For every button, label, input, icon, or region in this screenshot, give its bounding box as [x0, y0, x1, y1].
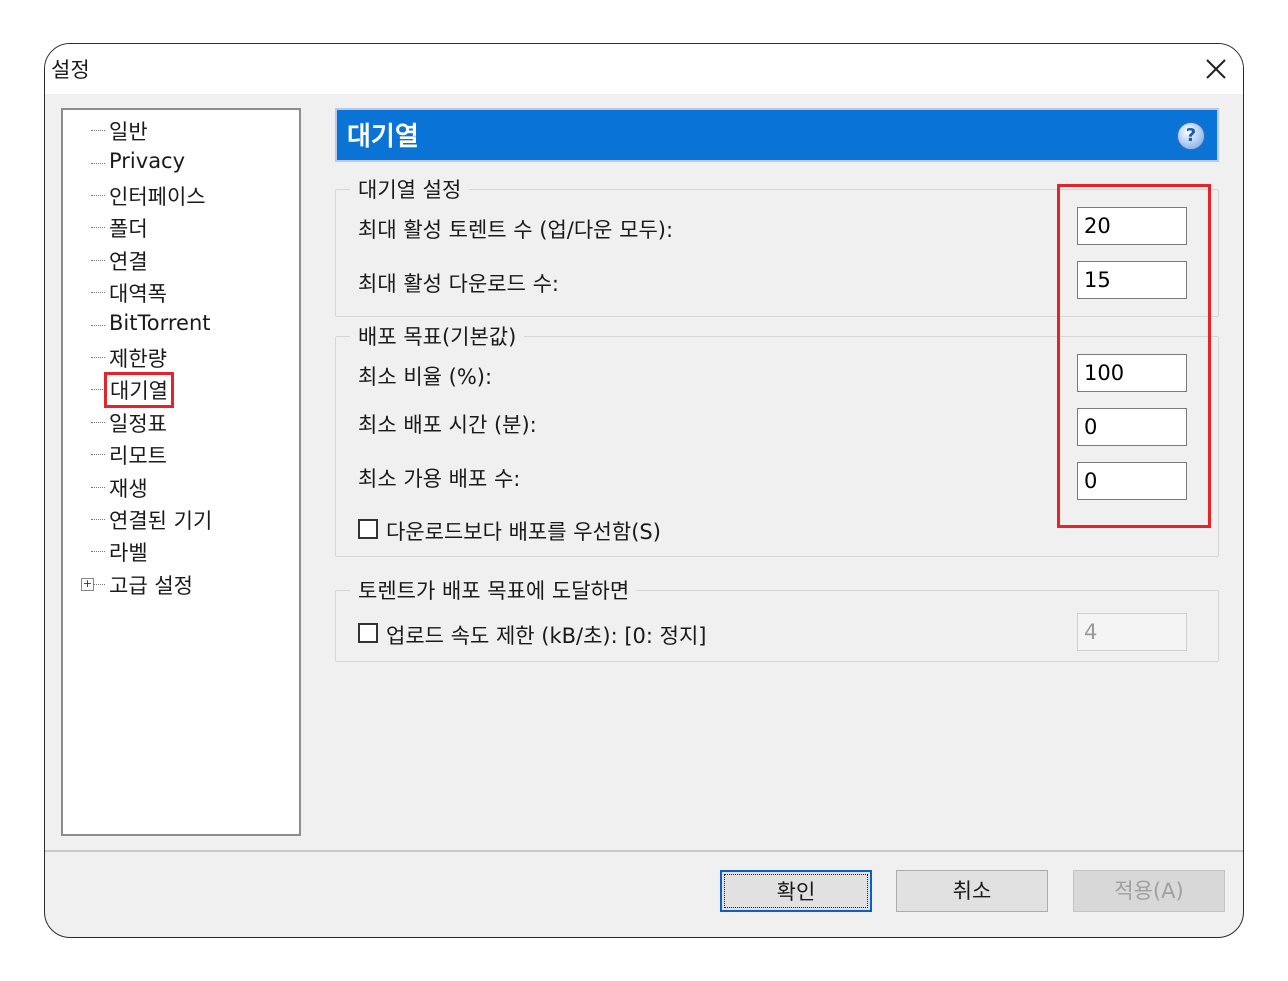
- apply-button: 적용(A): [1073, 870, 1225, 912]
- tree-item-label: 폴더: [109, 217, 148, 241]
- goal-reached-group: 토렌트가 배포 목표에 도달하면 업로드 속도 제한 (kB/초): [0: 정…: [335, 575, 1219, 662]
- ok-button[interactable]: 확인: [720, 870, 872, 912]
- tree-item-bittorrent[interactable]: BitTorrent: [63, 309, 293, 339]
- close-button[interactable]: [1199, 52, 1233, 86]
- prioritize-seeding-label: 다운로드보다 배포를 우선함(S): [386, 520, 661, 544]
- tree-item-label: 제한량: [109, 347, 167, 371]
- tree-item-label: 라벨: [109, 541, 148, 565]
- limit-upload-label: 업로드 속도 제한 (kB/초): [0: 정지]: [386, 624, 707, 648]
- settings-dialog: 설정 일반 Privacy 인터페이스 폴더 연결 대역폭 BitTorrent…: [44, 43, 1244, 938]
- tree-item-label: 리모트: [109, 444, 167, 468]
- tree-item-bandwidth[interactable]: 대역폭: [63, 276, 293, 306]
- tree-item-label: 재생: [109, 477, 148, 501]
- tree-item-label: 인터페이스: [109, 185, 206, 209]
- group-legend: 배포 목표(기본값): [350, 321, 525, 351]
- tree-item-label: 대기열: [104, 372, 174, 408]
- annotation-highlight-box: [1057, 184, 1211, 528]
- tree-item-queueing[interactable]: 대기열: [63, 372, 293, 408]
- group-legend: 대기열 설정: [350, 174, 470, 204]
- min-ratio-label: 최소 비율 (%):: [358, 365, 493, 389]
- limit-upload-input: [1077, 613, 1187, 651]
- tree-item-labels[interactable]: 라벨: [63, 535, 293, 565]
- min-available-seeds-label: 최소 가용 배포 수:: [358, 467, 521, 491]
- tree-item-label: 고급 설정: [109, 574, 193, 598]
- tree-item-connection[interactable]: 연결: [63, 244, 293, 274]
- tree-item-paired-devices[interactable]: 연결된 기기: [63, 503, 293, 533]
- max-active-torrents-label: 최대 활성 토렌트 수 (업/다운 모두):: [358, 218, 674, 242]
- tree-item-advanced[interactable]: + 고급 설정: [63, 568, 293, 598]
- close-icon: [1206, 59, 1226, 79]
- tree-item-label: BitTorrent: [109, 311, 211, 335]
- page-title: 대기열: [347, 122, 419, 152]
- tree-item-interface[interactable]: 인터페이스: [63, 179, 293, 209]
- tree-item-folders[interactable]: 폴더: [63, 211, 293, 241]
- prioritize-seeding-checkbox[interactable]: [358, 519, 378, 539]
- tree-item-transfer-cap[interactable]: 제한량: [63, 341, 293, 371]
- cancel-button[interactable]: 취소: [896, 870, 1048, 912]
- tree-item-label: 대역폭: [109, 282, 167, 306]
- tree-item-playback[interactable]: 재생: [63, 471, 293, 501]
- tree-item-label: 연결: [109, 250, 148, 274]
- title-bar: 설정: [45, 44, 1243, 94]
- tree-item-privacy[interactable]: Privacy: [63, 147, 293, 177]
- tree-item-label: 일반: [109, 120, 148, 144]
- tree-item-remote[interactable]: 리모트: [63, 438, 293, 468]
- page-header: 대기열 ?: [335, 108, 1219, 162]
- footer-divider: [45, 850, 1243, 852]
- help-icon[interactable]: ?: [1177, 122, 1205, 150]
- max-active-downloads-label: 최대 활성 다운로드 수:: [358, 272, 559, 296]
- tree-item-label: 일정표: [109, 412, 167, 436]
- tree-item-label: 연결된 기기: [109, 509, 213, 533]
- settings-tree: 일반 Privacy 인터페이스 폴더 연결 대역폭 BitTorrent 제한…: [61, 108, 301, 836]
- limit-upload-checkbox[interactable]: [358, 623, 378, 643]
- min-seed-time-label: 최소 배포 시간 (분):: [358, 413, 537, 437]
- tree-item-scheduler[interactable]: 일정표: [63, 406, 293, 436]
- window-title: 설정: [51, 58, 90, 82]
- tree-item-label: Privacy: [109, 149, 186, 173]
- tree-item-general[interactable]: 일반: [63, 114, 293, 144]
- group-legend: 토렌트가 배포 목표에 도달하면: [350, 575, 638, 605]
